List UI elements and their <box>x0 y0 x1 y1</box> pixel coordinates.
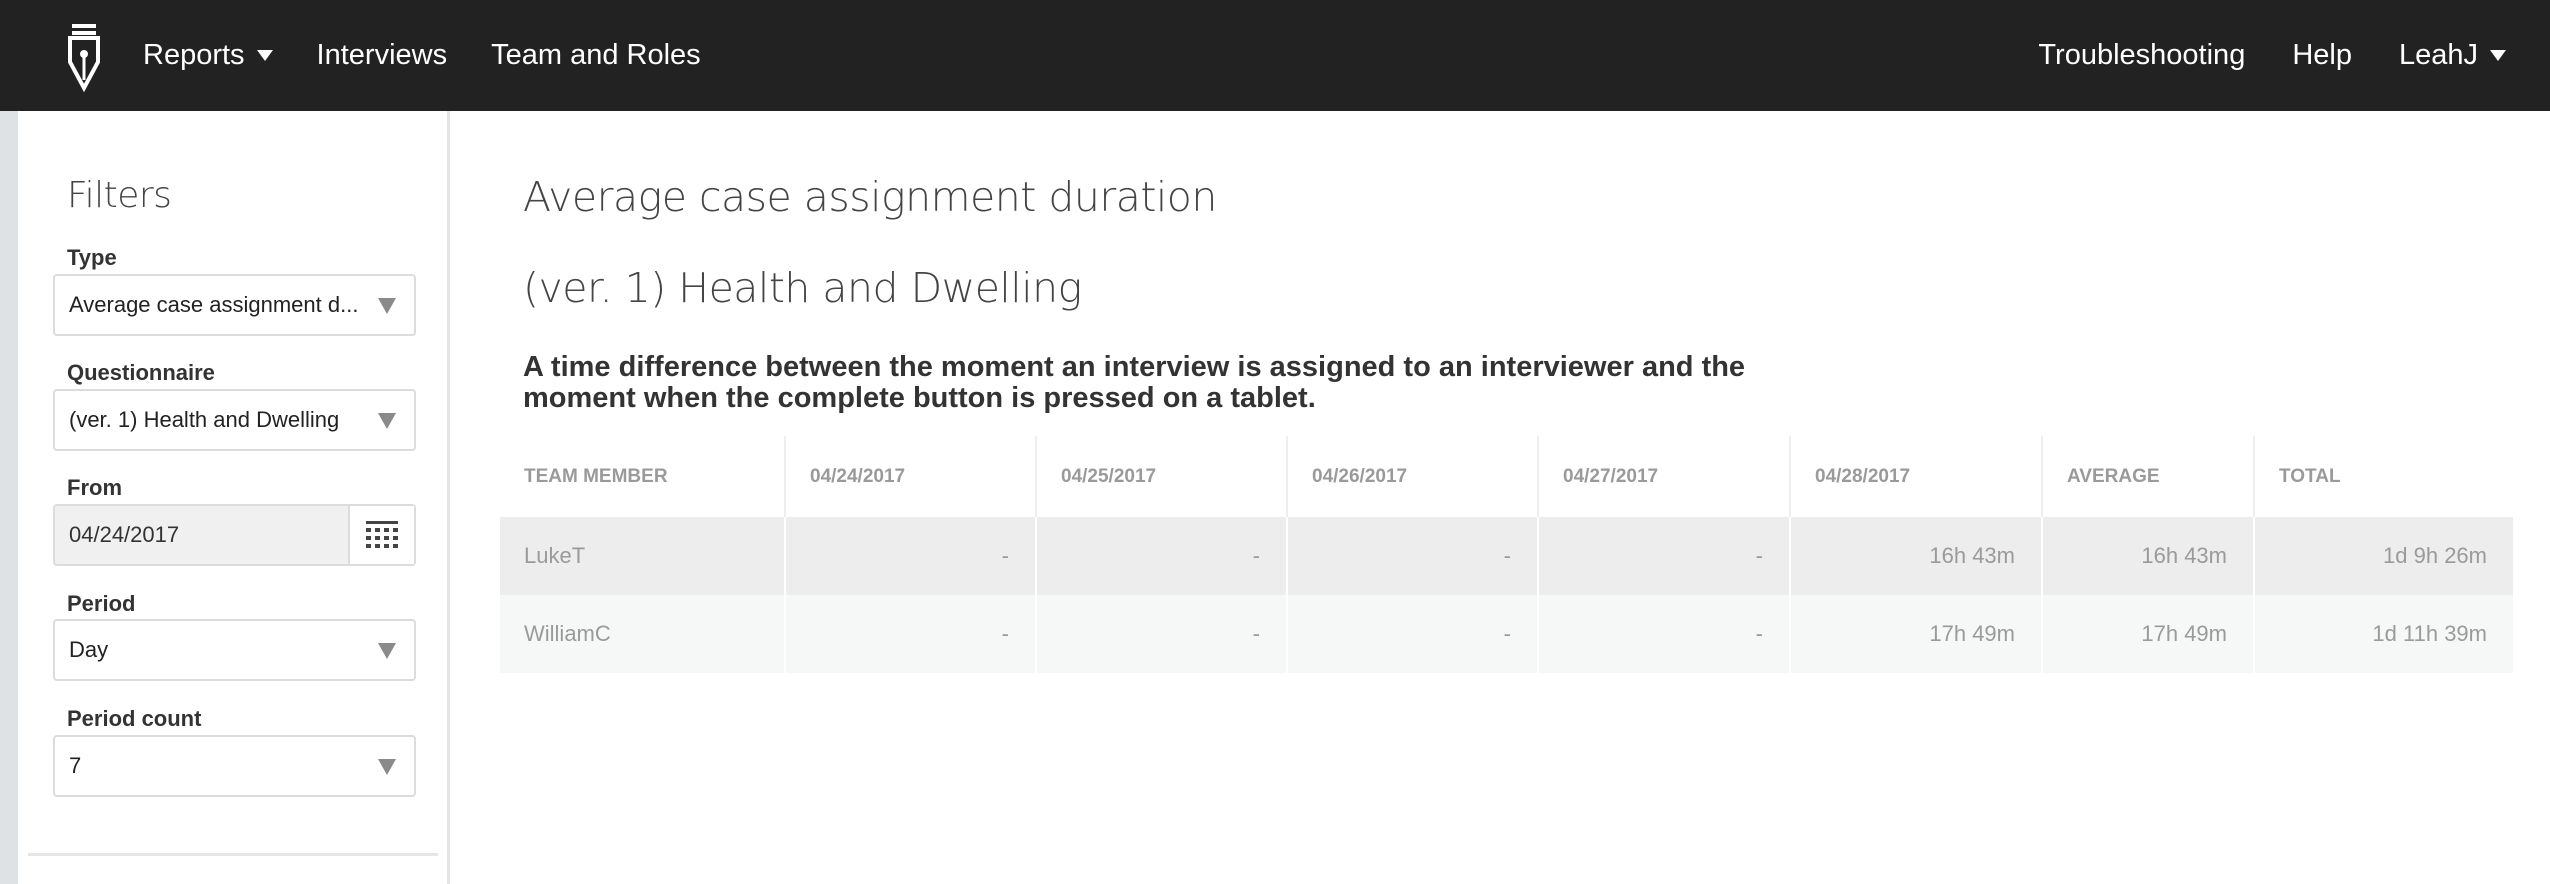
nav-help-label: Help <box>2292 39 2352 71</box>
questionnaire-select-value: (ver. 1) Health and Dwelling <box>69 407 340 432</box>
report-table: Team member 04/24/2017 04/25/2017 04/26/… <box>500 436 2513 673</box>
period-count-select-value: 7 <box>69 753 82 778</box>
column-header-total[interactable]: Total <box>2255 436 2513 517</box>
column-header-date[interactable]: 04/25/2017 <box>1037 436 1288 517</box>
nav-reports-label: Reports <box>143 39 245 71</box>
filters-sidebar: Filters Type Average case assignment d..… <box>18 111 450 884</box>
caret-down-icon <box>2490 50 2506 61</box>
table-cell: - <box>1037 517 1288 595</box>
table-cell: - <box>786 517 1037 595</box>
table-cell-total: 1d 11h 39m <box>2372 621 2487 646</box>
nav-team-and-roles[interactable]: Team and Roles <box>491 39 701 72</box>
table-cell-member[interactable]: LukeT <box>500 517 786 595</box>
nav-troubleshooting-label: Troubleshooting <box>2038 39 2246 71</box>
type-label: Type <box>67 245 117 270</box>
report-content: Average case assignment duration (ver. 1… <box>453 111 2550 884</box>
nav-user-menu[interactable]: LeahJ <box>2399 39 2506 72</box>
table-cell: 17h 49m <box>1791 595 2043 673</box>
column-header-team-member[interactable]: Team member <box>500 436 786 517</box>
nav-interviews[interactable]: Interviews <box>317 39 448 72</box>
pen-nib-logo-icon[interactable] <box>66 22 102 93</box>
table-row: WilliamC - - - - 17h 49m 17h 49m 1d 11h … <box>500 595 2513 673</box>
report-title: Average case assignment duration <box>523 173 1217 221</box>
nav-right-menu: Troubleshooting Help LeahJ <box>1991 0 2506 111</box>
left-edge-strip <box>0 111 18 884</box>
dropdown-arrow-icon <box>378 759 396 775</box>
period-label: Period <box>67 591 136 616</box>
nav-help[interactable]: Help <box>2292 39 2352 72</box>
period-count-label: Period count <box>67 706 202 731</box>
from-date-field[interactable]: 04/24/2017 <box>53 504 416 566</box>
column-header-date[interactable]: 04/27/2017 <box>1539 436 1791 517</box>
table-cell: - <box>1288 517 1539 595</box>
questionnaire-label: Questionnaire <box>67 360 215 385</box>
table-cell: - <box>1539 595 1791 673</box>
top-navbar: Reports Interviews Team and Roles Troubl… <box>0 0 2550 111</box>
type-select[interactable]: Average case assignment d... <box>53 274 416 336</box>
period-select[interactable]: Day <box>53 619 416 681</box>
table-row: LukeT - - - - 16h 43m 16h 43m 1d 9h 26m <box>500 517 2513 595</box>
column-header-date[interactable]: 04/28/2017 <box>1791 436 2043 517</box>
caret-down-icon <box>256 50 273 61</box>
dropdown-arrow-icon <box>378 643 396 659</box>
report-subtitle: (ver. 1) Health and Dwelling <box>523 264 1082 312</box>
nav-interviews-label: Interviews <box>316 39 448 71</box>
table-cell-average: 17h 49m <box>2043 595 2255 673</box>
table-cell: 16h 43m <box>1791 517 2043 595</box>
table-header: Team member 04/24/2017 04/25/2017 04/26/… <box>500 436 2513 517</box>
nav-left-menu: Reports Interviews Team and Roles <box>143 0 745 111</box>
type-select-value: Average case assignment d... <box>69 292 359 317</box>
nav-troubleshooting[interactable]: Troubleshooting <box>2038 39 2245 72</box>
table-cell: - <box>1288 595 1539 673</box>
column-header-date[interactable]: 04/24/2017 <box>786 436 1037 517</box>
sidebar-divider <box>28 853 438 856</box>
column-header-date[interactable]: 04/26/2017 <box>1288 436 1539 517</box>
questionnaire-select[interactable]: (ver. 1) Health and Dwelling <box>53 389 416 451</box>
table-cell: - <box>1037 595 1288 673</box>
column-header-average[interactable]: Average <box>2043 436 2255 517</box>
table-cell: - <box>1539 517 1791 595</box>
dropdown-arrow-icon <box>378 298 396 314</box>
calendar-icon[interactable] <box>348 506 414 564</box>
from-label: From <box>67 475 122 500</box>
from-date-value: 04/24/2017 <box>69 522 180 547</box>
table-cell-total: 1d 9h 26m <box>2383 543 2487 568</box>
filters-title: Filters <box>67 175 172 216</box>
period-select-value: Day <box>69 637 109 662</box>
table-cell-average: 16h 43m <box>2043 517 2255 595</box>
nav-team-and-roles-label: Team and Roles <box>491 39 701 71</box>
nav-user-label: LeahJ <box>2398 39 2478 71</box>
table-cell: - <box>786 595 1037 673</box>
table-cell-member[interactable]: WilliamC <box>500 595 786 673</box>
report-description: A time difference between the moment an … <box>523 351 1746 414</box>
period-count-select[interactable]: 7 <box>53 735 416 797</box>
dropdown-arrow-icon <box>378 413 396 429</box>
nav-reports[interactable]: Reports <box>143 39 273 72</box>
